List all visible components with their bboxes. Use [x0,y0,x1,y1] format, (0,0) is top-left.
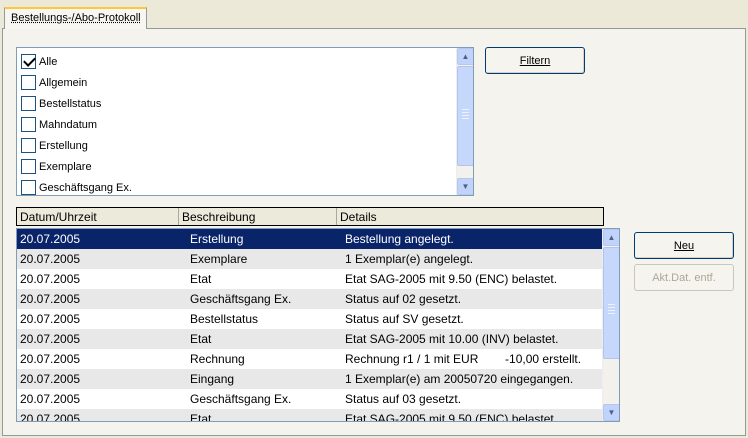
table-row[interactable]: 20.07.2005 Geschäftsgang Ex. Status auf 03… [17,389,603,409]
filter-scrollbar[interactable]: ▲ ▼ [456,48,473,195]
cell-details: Rechnung r1 / 1 mit EUR -10,00 erstellt. [345,352,582,366]
cell-beschreibung: Bestellstatus [190,312,259,326]
filter-item[interactable]: Bestellstatus [21,93,101,114]
cell-details: Status auf 02 gesetzt. [345,292,462,306]
scroll-up-icon[interactable]: ▲ [603,229,619,246]
filter-item-label: Mahndatum [39,118,98,131]
protocol-table[interactable]: 20.07.2005 Erstellung Bestellung angelegt.… [16,228,620,422]
filter-checkbox[interactable] [21,159,36,174]
cell-beschreibung: Etat [190,412,212,422]
filter-checkbox[interactable] [21,180,36,195]
table-row[interactable]: 20.07.2005 Etat Etat SAG-2005 mit 9.50 (EN… [17,269,603,289]
cell-datum: 20.07.2005 [20,392,81,406]
cell-details: Etat SAG-2005 mit 10.00 (INV) belastet. [345,332,559,346]
cell-details: Bestellung angelegt. [345,232,454,246]
table-row[interactable]: 20.07.2005 Etat Etat SAG-2005 mit 10.00 (I… [17,329,603,349]
filter-item[interactable]: Alle [21,51,57,72]
cell-datum: 20.07.2005 [20,352,81,366]
cell-details: 1 Exemplar(e) angelegt. [345,252,474,266]
tab-label: Bestellungs-/Abo-Protokoll [11,12,141,24]
filter-item-label: Bestellstatus [39,97,102,110]
cell-datum: 20.07.2005 [20,232,81,246]
cell-beschreibung: Rechnung [190,352,245,366]
cell-details: Etat SAG-2005 mit 9.50 (ENC) belastet. [345,272,558,286]
table-row[interactable]: 20.07.2005 Eingang 1 Exemplar(e) am 200507… [17,369,603,389]
filter-item-label: Allgemein [39,76,88,89]
cell-datum: 20.07.2005 [20,252,81,266]
filter-checkbox[interactable] [21,117,36,132]
cell-datum: 20.07.2005 [20,372,81,386]
table-row[interactable]: 20.07.2005 Bestellstatus Status auf SV ges… [17,309,603,329]
filter-item[interactable]: Geschäftsgang Ex. [21,177,132,195]
cell-beschreibung: Geschäftsgang Ex. [190,292,292,306]
filter-button[interactable]: Filtern [485,47,585,74]
filter-item[interactable]: Erstellung [21,135,88,156]
table-row[interactable]: 20.07.2005 Geschäftsgang Ex. Status auf 02… [17,289,603,309]
cell-datum: 20.07.2005 [20,272,81,286]
cell-beschreibung: Erstellung [190,232,244,246]
cell-beschreibung: Etat [190,272,212,286]
neu-button[interactable]: Neu [634,232,734,259]
cell-beschreibung: Geschäftsgang Ex. [190,392,292,406]
column-header-details[interactable]: Details [337,208,603,225]
cell-details: 1 Exemplar(e) am 20050720 eingegangen. [345,372,574,386]
table-row[interactable]: 20.07.2005 Erstellung Bestellung angelegt. [17,229,603,249]
cell-datum: 20.07.2005 [20,292,81,306]
cell-beschreibung: Exemplare [190,252,248,266]
filter-checkbox[interactable] [21,54,36,69]
filter-item[interactable]: Allgemein [21,72,87,93]
scroll-up-icon[interactable]: ▲ [457,48,473,65]
scroll-down-icon[interactable]: ▼ [603,404,619,421]
scroll-thumb[interactable] [457,66,473,166]
filter-item-label: Exemplare [39,160,92,173]
column-header-datum[interactable]: Datum/Uhrzeit [17,208,179,225]
filter-item-label: Alle [39,55,58,68]
filter-checkbox[interactable] [21,96,36,111]
cell-beschreibung: Eingang [190,372,235,386]
cell-datum: 20.07.2005 [20,312,81,326]
scroll-down-icon[interactable]: ▼ [457,178,473,195]
cell-details: Status auf SV gesetzt. [345,312,464,326]
filter-item[interactable]: Mahndatum [21,114,97,135]
table-header: Datum/Uhrzeit Beschreibung Details [16,207,604,226]
filter-item-label: Geschäftsgang Ex. [39,181,132,194]
table-row[interactable]: 20.07.2005 Etat Etat SAG-2005 mit 9.50 (EN… [17,409,603,422]
table-scrollbar[interactable]: ▲ ▼ [602,229,619,421]
table-row[interactable]: 20.07.2005 Rechnung Rechnung r1 / 1 mit EU… [17,349,603,369]
column-header-beschreibung[interactable]: Beschreibung [179,208,337,225]
filter-item-label: Erstellung [39,139,88,152]
filter-checklist[interactable]: Alle Allgemein Bestellstatus Mahndatum Erste… [16,47,474,196]
cell-datum: 20.07.2005 [20,412,81,422]
cell-details: Status auf 03 gesetzt. [345,392,462,406]
filter-item[interactable]: Exemplare [21,156,92,177]
filter-checkbox[interactable] [21,75,36,90]
table-row[interactable]: 20.07.2005 Exemplare 1 Exemplar(e) angeleg… [17,249,603,269]
cell-details: Etat SAG-2005 mit 9.50 (ENC) belastet. [345,412,558,422]
cell-beschreibung: Etat [190,332,212,346]
akt-dat-entf-button[interactable]: Akt.Dat. entf. [634,264,734,291]
tab-bestellungs-abo-protokoll[interactable]: Bestellungs-/Abo-Protokoll [4,7,147,29]
cell-datum: 20.07.2005 [20,332,81,346]
scroll-thumb[interactable] [603,247,619,359]
filter-checkbox[interactable] [21,138,36,153]
